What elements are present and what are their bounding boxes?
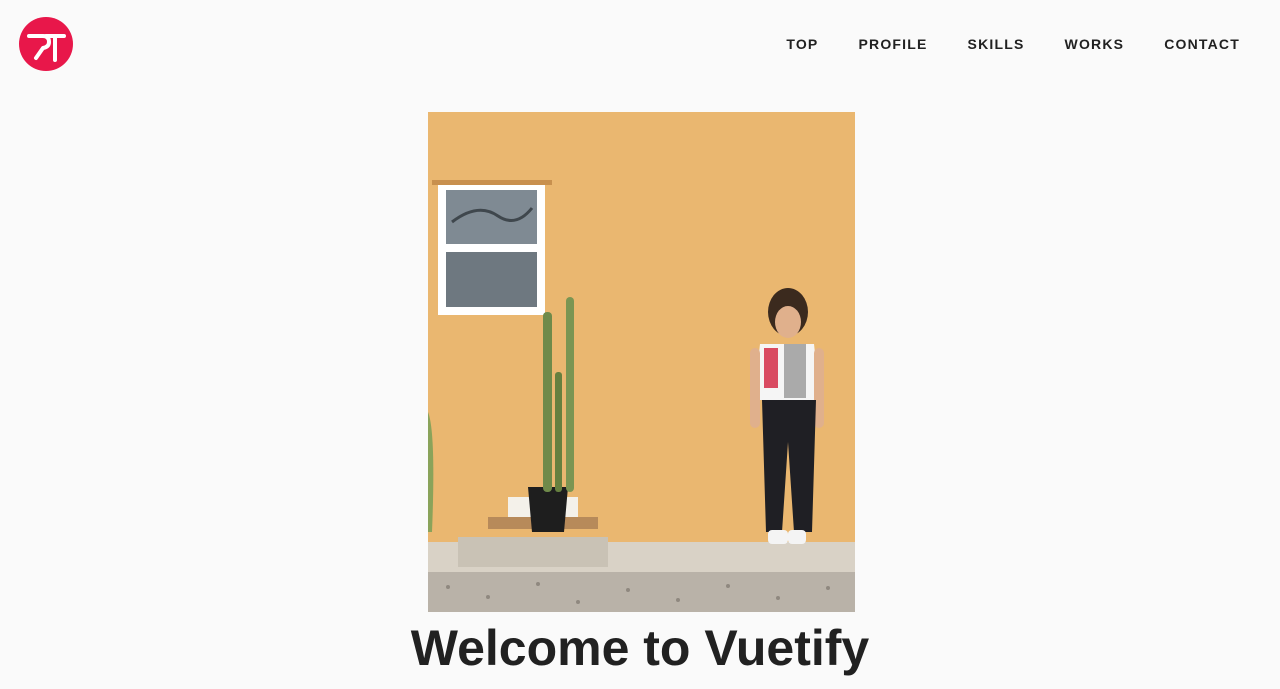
app-bar: TOP PROFILE SKILLS WORKS CONTACT (0, 0, 1280, 88)
hero-title: Welcome to Vuetify (410, 620, 870, 676)
nav-contact[interactable]: CONTACT (1144, 22, 1260, 66)
nav-top[interactable]: TOP (766, 22, 838, 66)
rt-monogram-icon[interactable] (18, 16, 74, 72)
nav-skills[interactable]: SKILLS (948, 22, 1045, 66)
main-nav: TOP PROFILE SKILLS WORKS CONTACT (766, 22, 1260, 66)
nav-profile[interactable]: PROFILE (838, 22, 947, 66)
hero-portrait-image (428, 112, 855, 612)
nav-works[interactable]: WORKS (1045, 22, 1145, 66)
